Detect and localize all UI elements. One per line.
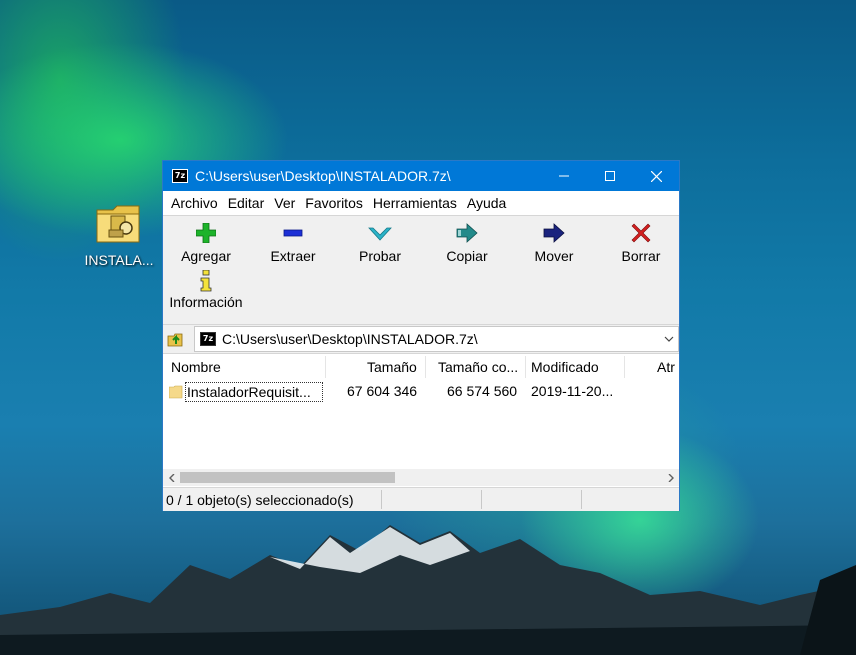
column-headers: Nombre Tamaño Tamaño co... Modificado At… bbox=[163, 354, 679, 380]
column-header-name[interactable]: Nombre bbox=[171, 359, 221, 375]
maximize-icon bbox=[605, 171, 615, 181]
column-header-size[interactable]: Tamaño bbox=[367, 359, 417, 375]
status-divider bbox=[581, 490, 582, 509]
7zip-app-icon: 7z bbox=[172, 169, 188, 183]
menu-favoritos[interactable]: Favoritos bbox=[300, 195, 368, 211]
file-packed-size: 66 574 560 bbox=[447, 383, 518, 399]
menu-editar[interactable]: Editar bbox=[223, 195, 270, 211]
address-field[interactable]: 7z C:\Users\user\Desktop\INSTALADOR.7z\ bbox=[194, 326, 679, 352]
7zip-archive-icon: 7z bbox=[200, 332, 216, 346]
column-divider[interactable] bbox=[624, 356, 625, 378]
title-bar[interactable]: 7z C:\Users\user\Desktop\INSTALADOR.7z\ bbox=[163, 161, 679, 191]
menu-herramientas[interactable]: Herramientas bbox=[368, 195, 462, 211]
info-icon bbox=[200, 270, 212, 292]
menu-archivo[interactable]: Archivo bbox=[166, 195, 223, 211]
info-button[interactable]: Información bbox=[163, 268, 249, 310]
table-row[interactable]: InstaladorRequisit... 67 604 346 66 574 … bbox=[163, 382, 679, 402]
toolbar: Agregar Extraer Probar Copiar Mover Borr… bbox=[163, 215, 679, 324]
close-icon bbox=[650, 170, 662, 182]
delete-button[interactable]: Borrar bbox=[598, 216, 684, 264]
scroll-right-icon[interactable] bbox=[662, 469, 679, 486]
minimize-button[interactable] bbox=[541, 161, 587, 191]
menu-ver[interactable]: Ver bbox=[269, 195, 300, 211]
selection-status: 0 / 1 objeto(s) seleccionado(s) bbox=[166, 492, 354, 508]
status-bar: 0 / 1 objeto(s) seleccionado(s) bbox=[163, 487, 679, 511]
file-name: InstaladorRequisit... bbox=[185, 382, 323, 402]
info-label: Información bbox=[169, 294, 243, 310]
scroll-left-icon[interactable] bbox=[163, 469, 180, 486]
copy-button[interactable]: Copiar bbox=[424, 216, 510, 264]
test-button[interactable]: Probar bbox=[337, 216, 423, 264]
address-path: C:\Users\user\Desktop\INSTALADOR.7z\ bbox=[222, 331, 478, 347]
file-modified: 2019-11-20... bbox=[531, 383, 614, 399]
column-divider[interactable] bbox=[525, 356, 526, 378]
column-header-attr[interactable]: Atr bbox=[657, 359, 675, 375]
status-divider bbox=[481, 490, 482, 509]
window-title: C:\Users\user\Desktop\INSTALADOR.7z\ bbox=[195, 168, 451, 184]
desktop-icon-label: INSTALA... bbox=[84, 252, 154, 268]
folder-icon bbox=[169, 385, 183, 399]
extract-label: Extraer bbox=[270, 248, 316, 264]
column-divider[interactable] bbox=[325, 356, 326, 378]
scrollbar-thumb[interactable] bbox=[180, 472, 395, 483]
copy-label: Copiar bbox=[446, 248, 488, 264]
file-size: 67 604 346 bbox=[347, 383, 418, 399]
delete-x-icon bbox=[631, 223, 651, 243]
close-button[interactable] bbox=[633, 161, 679, 191]
copy-arrow-icon bbox=[456, 223, 478, 243]
7zip-window: 7z C:\Users\user\Desktop\INSTALADOR.7z\ … bbox=[162, 160, 680, 511]
horizontal-scrollbar[interactable] bbox=[163, 469, 679, 486]
status-divider bbox=[381, 490, 382, 509]
move-arrow-icon bbox=[543, 223, 565, 243]
mountains-landscape bbox=[0, 525, 856, 655]
up-folder-button[interactable] bbox=[167, 330, 185, 348]
menu-ayuda[interactable]: Ayuda bbox=[462, 195, 511, 211]
move-label: Mover bbox=[534, 248, 574, 264]
minimize-icon bbox=[559, 175, 569, 177]
menu-bar: Archivo Editar Ver Favoritos Herramienta… bbox=[163, 191, 679, 215]
delete-label: Borrar bbox=[621, 248, 661, 264]
plus-icon bbox=[196, 223, 216, 243]
minus-icon bbox=[283, 229, 303, 237]
extract-button[interactable]: Extraer bbox=[250, 216, 336, 264]
desktop-icon-instalador[interactable]: INSTALA... bbox=[82, 202, 156, 268]
add-label: Agregar bbox=[181, 248, 231, 264]
column-header-modified[interactable]: Modificado bbox=[531, 359, 599, 375]
up-folder-icon bbox=[167, 333, 183, 347]
chevron-down-icon[interactable] bbox=[664, 334, 674, 344]
archive-folder-icon bbox=[95, 202, 143, 244]
column-header-packed[interactable]: Tamaño co... bbox=[438, 359, 518, 375]
address-bar: 7z C:\Users\user\Desktop\INSTALADOR.7z\ bbox=[163, 324, 679, 353]
column-divider[interactable] bbox=[425, 356, 426, 378]
file-list: Nombre Tamaño Tamaño co... Modificado At… bbox=[163, 353, 679, 487]
maximize-button[interactable] bbox=[587, 161, 633, 191]
test-label: Probar bbox=[358, 248, 402, 264]
add-button[interactable]: Agregar bbox=[163, 216, 249, 264]
move-button[interactable]: Mover bbox=[511, 216, 597, 264]
check-down-icon bbox=[368, 227, 392, 241]
